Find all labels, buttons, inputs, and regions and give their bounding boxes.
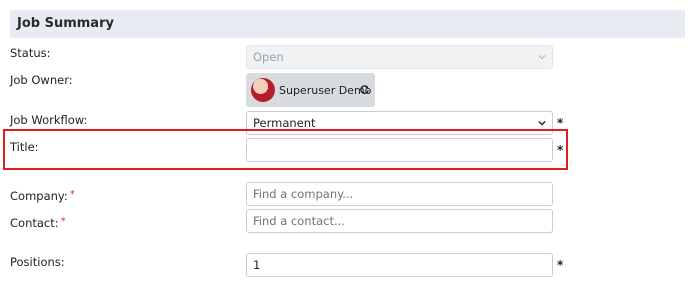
company-required-mark: * (69, 189, 75, 200)
job-owner-name: Superuser Demo (279, 84, 372, 97)
title-label: Title: (10, 140, 39, 154)
contact-label: Contact: * (10, 216, 66, 230)
positions-label: Positions: (10, 255, 65, 269)
avatar (251, 78, 275, 102)
status-select: Open (246, 45, 553, 69)
job-workflow-value: Permanent (253, 116, 316, 130)
contact-input[interactable]: Find a contact... (246, 209, 553, 233)
job-workflow-label: Job Workflow: (10, 113, 88, 127)
contact-required-mark: * (60, 216, 66, 227)
section-title: Job Summary (17, 16, 114, 31)
section-header: Job Summary (10, 10, 685, 38)
status-label: Status: (10, 46, 51, 60)
company-placeholder: Find a company... (253, 187, 354, 201)
contact-placeholder: Find a contact... (253, 214, 345, 228)
job-owner-label: Job Owner: (10, 73, 73, 87)
positions-input[interactable]: 1 (246, 253, 553, 277)
company-label: Company: * (10, 189, 75, 203)
status-value: Open (253, 50, 284, 64)
job-owner-chip[interactable]: Superuser Demo (246, 73, 375, 107)
chevron-down-icon (538, 54, 546, 60)
title-input[interactable] (246, 138, 553, 162)
positions-required-mark: * (557, 258, 564, 272)
refresh-icon[interactable] (359, 84, 370, 95)
job-workflow-required-mark: * (557, 116, 564, 130)
company-input[interactable]: Find a company... (246, 182, 553, 206)
chevron-down-icon (538, 120, 546, 126)
company-label-text: Company: (10, 189, 68, 203)
contact-label-text: Contact: (10, 216, 59, 230)
title-required-mark: * (557, 143, 564, 157)
positions-value: 1 (253, 258, 261, 272)
